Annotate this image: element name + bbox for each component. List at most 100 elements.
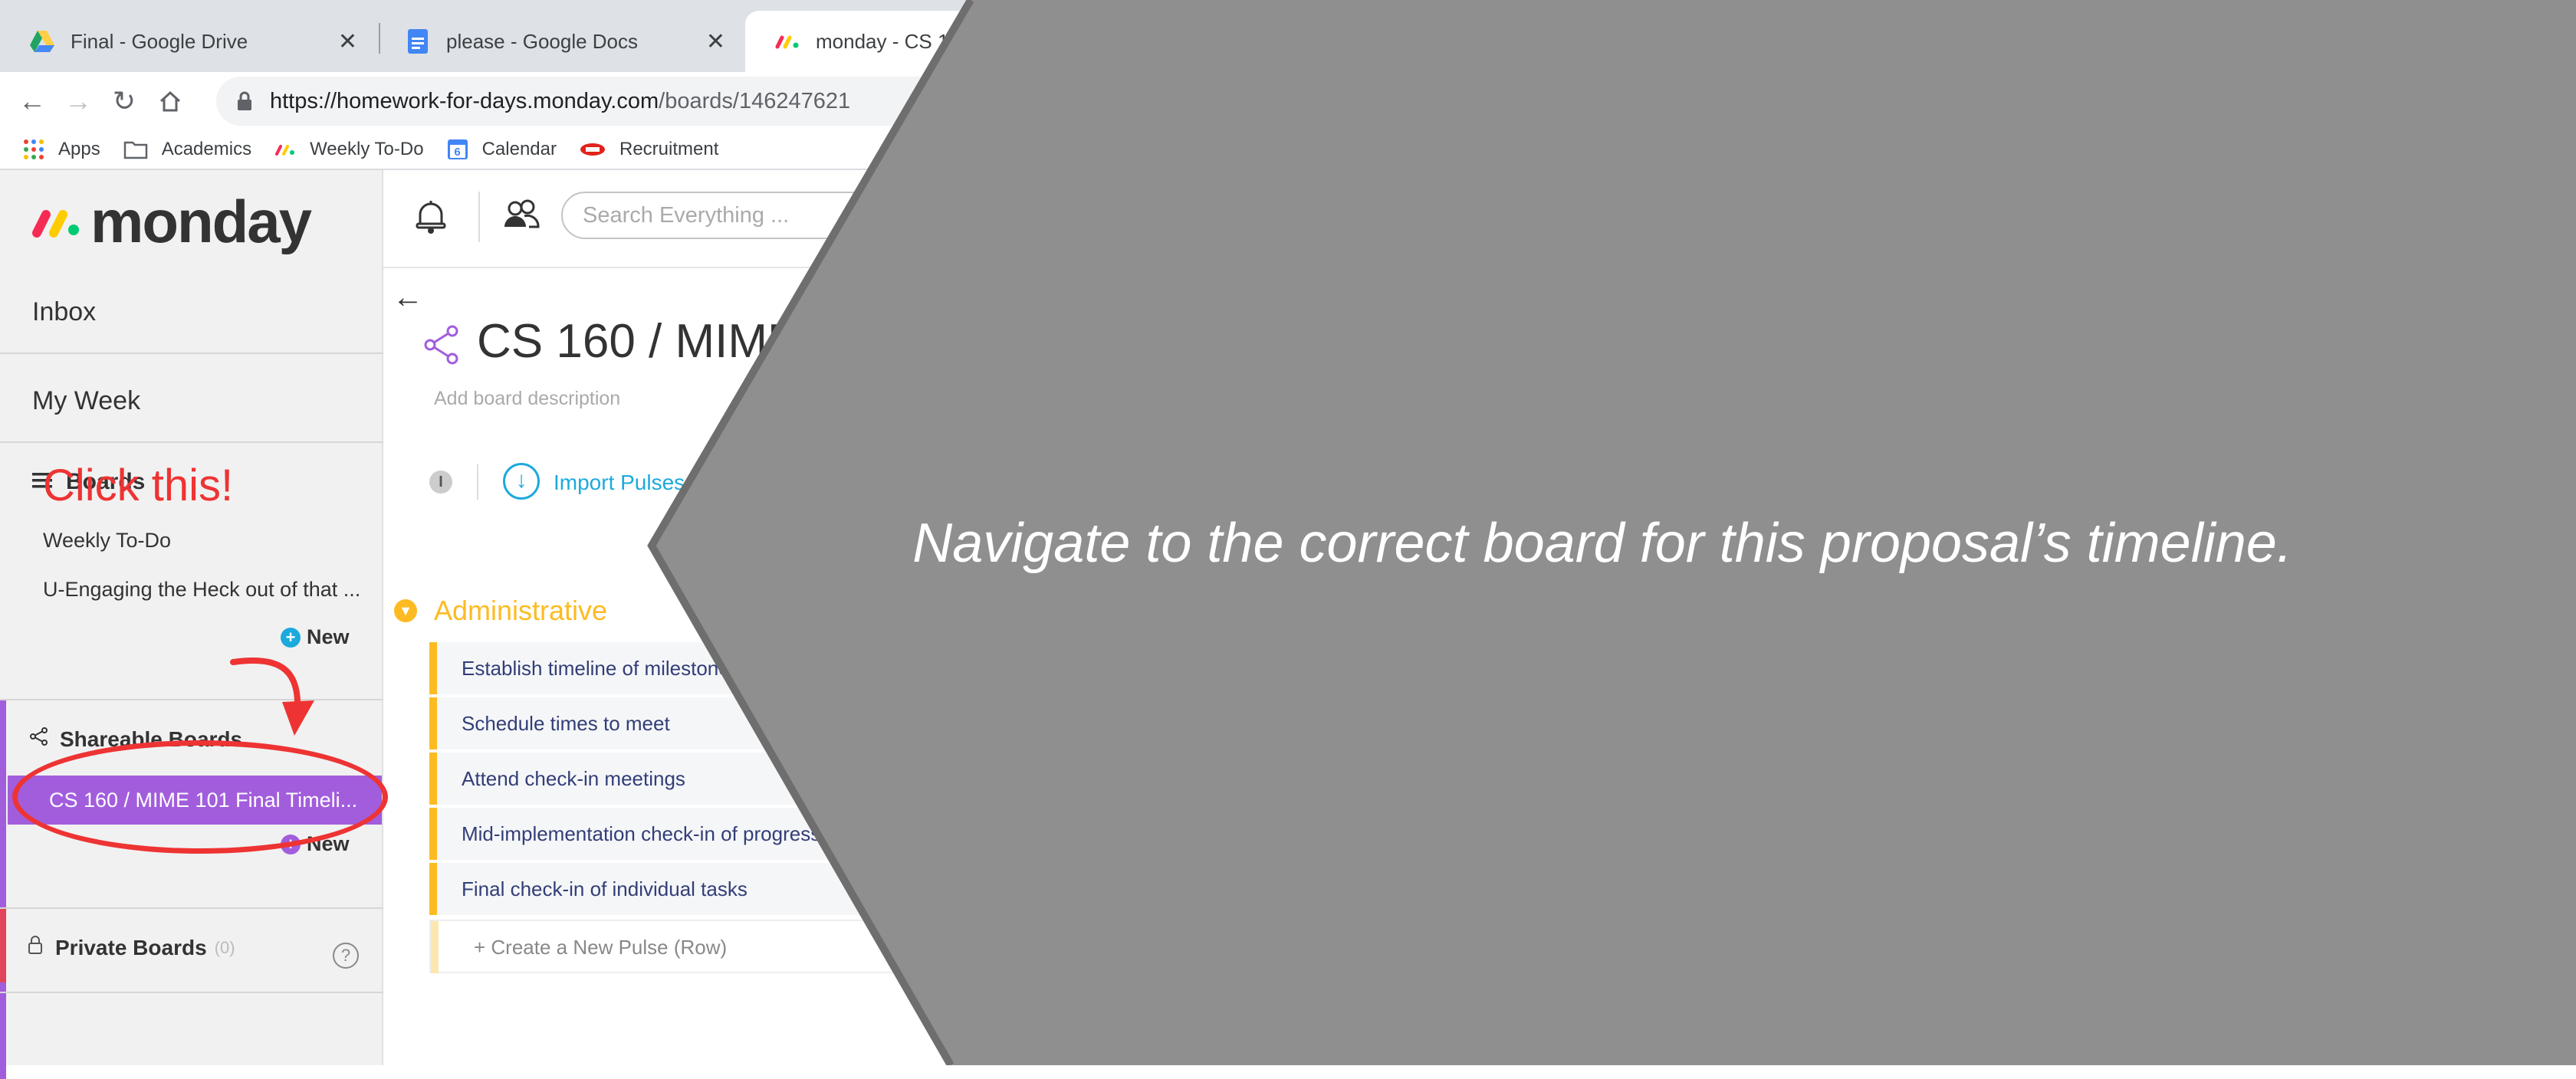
row-color-stripe (429, 808, 437, 860)
row-color-stripe (431, 921, 439, 973)
sidebar: monday Inbox My Week Boards Weekly To-Do… (0, 170, 383, 1079)
pulse-name[interactable]: Final check-in of individual tasks (462, 877, 748, 901)
monday-logo[interactable]: monday (31, 187, 312, 257)
row-color-stripe (429, 642, 437, 694)
sidebar-board-item[interactable]: U-Engaging the Heck out of that ... (43, 578, 365, 602)
bookmark-recruitment[interactable]: Recruitment (580, 139, 718, 160)
sidebar-item-inbox[interactable]: Inbox (32, 297, 96, 327)
create-pulse-row[interactable]: + Create a New Pulse (Row) (429, 920, 966, 973)
browser-tab-monday[interactable]: monday - CS 160 (745, 11, 1113, 72)
lock-icon (28, 935, 44, 960)
monday-logo-icon (31, 204, 81, 241)
private-count: (0) (214, 937, 235, 957)
google-drive-icon (29, 28, 55, 54)
private-accent-bar (0, 909, 6, 982)
recruitment-logo-icon (580, 139, 606, 160)
download-icon[interactable]: ↓ (503, 463, 540, 500)
browser-tab-docs[interactable]: please - Google Docs ✕ (376, 11, 744, 72)
logo-text: monday (90, 188, 312, 255)
pulse-name[interactable]: Schedule times to meet (462, 712, 670, 736)
board-title[interactable]: CS 160 / MIME (477, 314, 799, 369)
create-pulse-input[interactable]: + Create a New Pulse (Row) (474, 936, 727, 959)
row-color-stripe (429, 697, 437, 749)
lock-icon (236, 91, 253, 111)
forward-icon[interactable]: → (55, 78, 101, 124)
url-host: https://homework-for-days.monday.com (270, 88, 659, 113)
bookmark-label: Weekly To-Do (310, 139, 424, 159)
bookmark-label: Apps (58, 139, 100, 159)
search-input[interactable]: Search Everything ... (561, 192, 883, 239)
board-view: ← CS 160 / MIME Add board description I … (383, 268, 2576, 1065)
bookmark-label: Recruitment (619, 139, 719, 159)
monday-icon (774, 28, 800, 54)
divider (0, 353, 383, 354)
bookmarks-bar: Apps Academics Weekly To-Do 6 Calendar R… (0, 130, 2576, 170)
address-bar[interactable]: https://homework-for-days.monday.com/boa… (216, 77, 1290, 126)
info-icon[interactable]: I (429, 471, 452, 494)
instruction-caption: Navigate to the correct board for this p… (912, 513, 2292, 574)
divider (0, 992, 383, 993)
table-row[interactable]: Attend check-in meetings (429, 753, 966, 806)
bookmark-academics[interactable]: Academics (123, 139, 251, 160)
bookmark-calendar[interactable]: 6 Calendar (447, 139, 557, 160)
calendar-icon: 6 (447, 139, 468, 160)
url-text: https://homework-for-days.monday.com/boa… (270, 89, 850, 114)
pulse-name[interactable]: Establish timeline of milestones (462, 657, 740, 681)
plus-icon: + (281, 627, 301, 648)
share-icon (29, 726, 51, 752)
table-row[interactable]: Final check-in of individual tasks (429, 863, 966, 917)
home-icon[interactable] (147, 78, 193, 124)
bell-icon[interactable] (408, 193, 454, 239)
reload-icon[interactable]: ↻ (101, 78, 147, 124)
new-board-label: New (307, 625, 350, 648)
back-arrow-icon[interactable]: ← (393, 280, 423, 315)
help-icon[interactable]: ? (333, 943, 359, 969)
browser-toolbar: ← → ↻ https://homework-for-days.monday.c… (0, 72, 2576, 130)
divider (0, 441, 383, 443)
private-heading-label: Private Boards (55, 935, 207, 959)
shareable-accent-bar (0, 700, 6, 1079)
google-docs-icon (405, 28, 431, 54)
share-board-icon[interactable] (423, 325, 460, 369)
url-path: /boards/146247621 (659, 88, 851, 113)
table-row[interactable]: Mid-implementation check-in of progress (429, 808, 966, 861)
chevron-down-icon[interactable]: ▼ (394, 599, 417, 622)
close-icon[interactable]: ✕ (706, 28, 725, 55)
back-icon[interactable]: ← (9, 78, 55, 124)
callout-text: Click this! (43, 461, 234, 510)
group-title[interactable]: Administrative (434, 595, 607, 627)
tab-title: please - Google Docs (446, 29, 639, 53)
bookmark-apps[interactable]: Apps (23, 139, 100, 160)
callout-arrow-icon (230, 657, 314, 736)
browser-tab-drive[interactable]: Final - Google Drive ✕ (0, 11, 376, 72)
highlight-ring (12, 740, 388, 854)
board-description-field[interactable]: Add board description (434, 388, 620, 410)
sidebar-board-item[interactable]: Weekly To-Do (43, 529, 365, 553)
tab-title: Final - Google Drive (71, 29, 248, 53)
import-pulses-button[interactable]: Import Pulses (554, 471, 685, 495)
tab-title: monday - CS 160 (816, 29, 971, 53)
bookmark-label: Academics (161, 139, 252, 159)
invite-users-icon[interactable] (498, 193, 544, 239)
pulse-name[interactable]: Attend check-in meetings (462, 767, 685, 791)
row-color-stripe (429, 753, 437, 805)
divider (0, 907, 383, 909)
divider (477, 464, 478, 500)
calendar-badge: 6 (454, 146, 461, 159)
bookmark-weekly-todo[interactable]: Weekly To-Do (274, 139, 424, 160)
table-row[interactable]: Establish timeline of milestones (429, 642, 966, 696)
private-boards-heading[interactable]: Private Boards (0) (28, 935, 235, 960)
top-bar: Search Everything ... (383, 170, 2576, 268)
close-icon[interactable]: ✕ (338, 28, 357, 55)
row-color-stripe (429, 863, 437, 915)
apps-grid-icon (23, 139, 44, 160)
browser-tab-strip: Final - Google Drive ✕ please - Google D… (0, 0, 2576, 72)
table-row[interactable]: Schedule times to meet (429, 697, 966, 751)
header-divider (478, 192, 480, 242)
monday-icon (274, 139, 296, 160)
bookmark-label: Calendar (481, 139, 557, 159)
pulse-name[interactable]: Mid-implementation check-in of progress (462, 822, 820, 846)
sidebar-item-my-week[interactable]: My Week (32, 386, 140, 416)
new-board-button[interactable]: + New (281, 625, 350, 649)
folder-icon (123, 139, 148, 160)
